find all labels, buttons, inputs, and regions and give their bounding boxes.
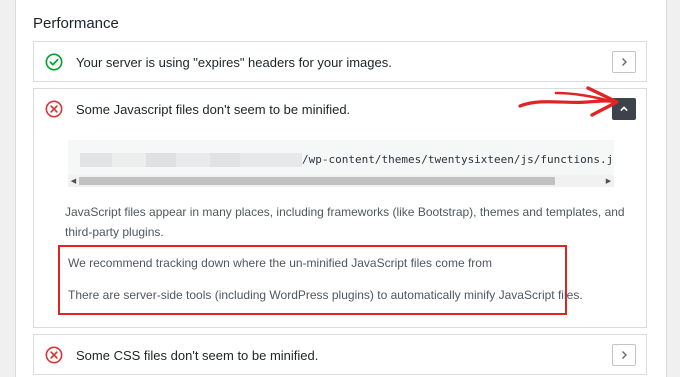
annotation-arrow-icon bbox=[518, 86, 619, 117]
x-circle-icon bbox=[45, 346, 63, 364]
chevron-right-icon bbox=[622, 58, 627, 66]
check-circle-icon bbox=[45, 53, 63, 71]
section-title: Performance bbox=[33, 15, 119, 32]
recommendation-2: There are server-side tools (including W… bbox=[68, 288, 583, 302]
scroll-left-icon[interactable]: ◀ bbox=[68, 175, 79, 187]
expand-button[interactable] bbox=[612, 51, 636, 73]
check-item-js-minified[interactable]: Some Javascript files don't seem to be m… bbox=[33, 88, 647, 328]
scroll-right-icon[interactable]: ▶ bbox=[603, 175, 614, 187]
check-item-css-minified[interactable]: Some CSS files don't seem to be minified… bbox=[33, 334, 647, 375]
item-header[interactable]: Some CSS files don't seem to be minified… bbox=[34, 335, 646, 375]
code-path: /wp-content/themes/twentysixteen/js/func… bbox=[302, 153, 614, 166]
code-snippet: /wp-content/themes/twentysixteen/js/func… bbox=[68, 140, 614, 187]
item-label: Your server is using "expires" headers f… bbox=[76, 54, 392, 70]
chevron-right-icon bbox=[622, 351, 627, 359]
recommendation-1: We recommend tracking down where the un-… bbox=[68, 256, 492, 270]
item-label: Some CSS files don't seem to be minified… bbox=[76, 347, 319, 363]
item-header[interactable]: Your server is using "expires" headers f… bbox=[34, 42, 646, 82]
item-label: Some Javascript files don't seem to be m… bbox=[76, 101, 351, 117]
description: JavaScript files appear in many places, … bbox=[65, 205, 625, 239]
expand-button[interactable] bbox=[612, 344, 636, 366]
blurred-domain bbox=[80, 153, 302, 167]
performance-panel: Performance Your server is using "expire… bbox=[15, 0, 667, 377]
x-circle-icon bbox=[45, 100, 63, 118]
horizontal-scrollbar[interactable]: ◀ ▶ bbox=[68, 175, 614, 187]
annotation-highlight-box: We recommend tracking down where the un-… bbox=[58, 245, 583, 315]
scroll-thumb[interactable] bbox=[79, 177, 555, 185]
check-item-expires-headers[interactable]: Your server is using "expires" headers f… bbox=[33, 41, 647, 82]
